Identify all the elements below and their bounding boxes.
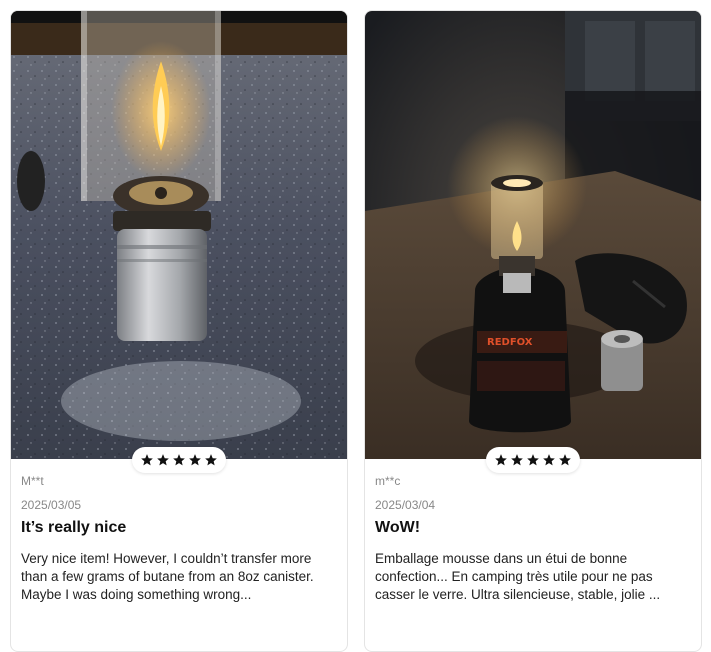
- review-date: 2025/03/04: [375, 498, 436, 512]
- star-icon: [189, 454, 201, 466]
- rating-stars: [486, 447, 580, 473]
- reviewer-name: m**c: [375, 474, 401, 488]
- lantern-photo-1: [11, 11, 347, 459]
- rating-stars: [132, 447, 226, 473]
- reviewer-name: M**t: [21, 474, 44, 488]
- review-body: Very nice item! However, I couldn’t tran…: [21, 551, 314, 602]
- star-icon: [157, 454, 169, 466]
- review-title: WoW!: [375, 519, 421, 536]
- star-icon: [141, 454, 153, 466]
- review-body: Emballage mousse dans un étui de bonne c…: [375, 551, 661, 602]
- star-icon: [511, 454, 523, 466]
- review-date: 2025/03/05: [21, 498, 82, 512]
- review-photo[interactable]: [11, 11, 347, 459]
- star-icon: [543, 454, 555, 466]
- star-icon: [173, 454, 185, 466]
- star-icon: [559, 454, 571, 466]
- star-icon: [527, 454, 539, 466]
- review-card[interactable]: M**t 2025/03/05 It’s really nice Very ni…: [10, 10, 348, 652]
- review-photo[interactable]: REDFOX: [365, 11, 701, 459]
- canister-logo: REDFOX: [487, 337, 533, 348]
- review-card[interactable]: REDFOX m**c 2025/03/04 WoW! Emballage mo…: [364, 10, 702, 652]
- star-icon: [495, 454, 507, 466]
- lantern-photo-2: REDFOX: [365, 11, 701, 459]
- star-icon: [205, 454, 217, 466]
- review-title: It’s really nice: [21, 519, 127, 536]
